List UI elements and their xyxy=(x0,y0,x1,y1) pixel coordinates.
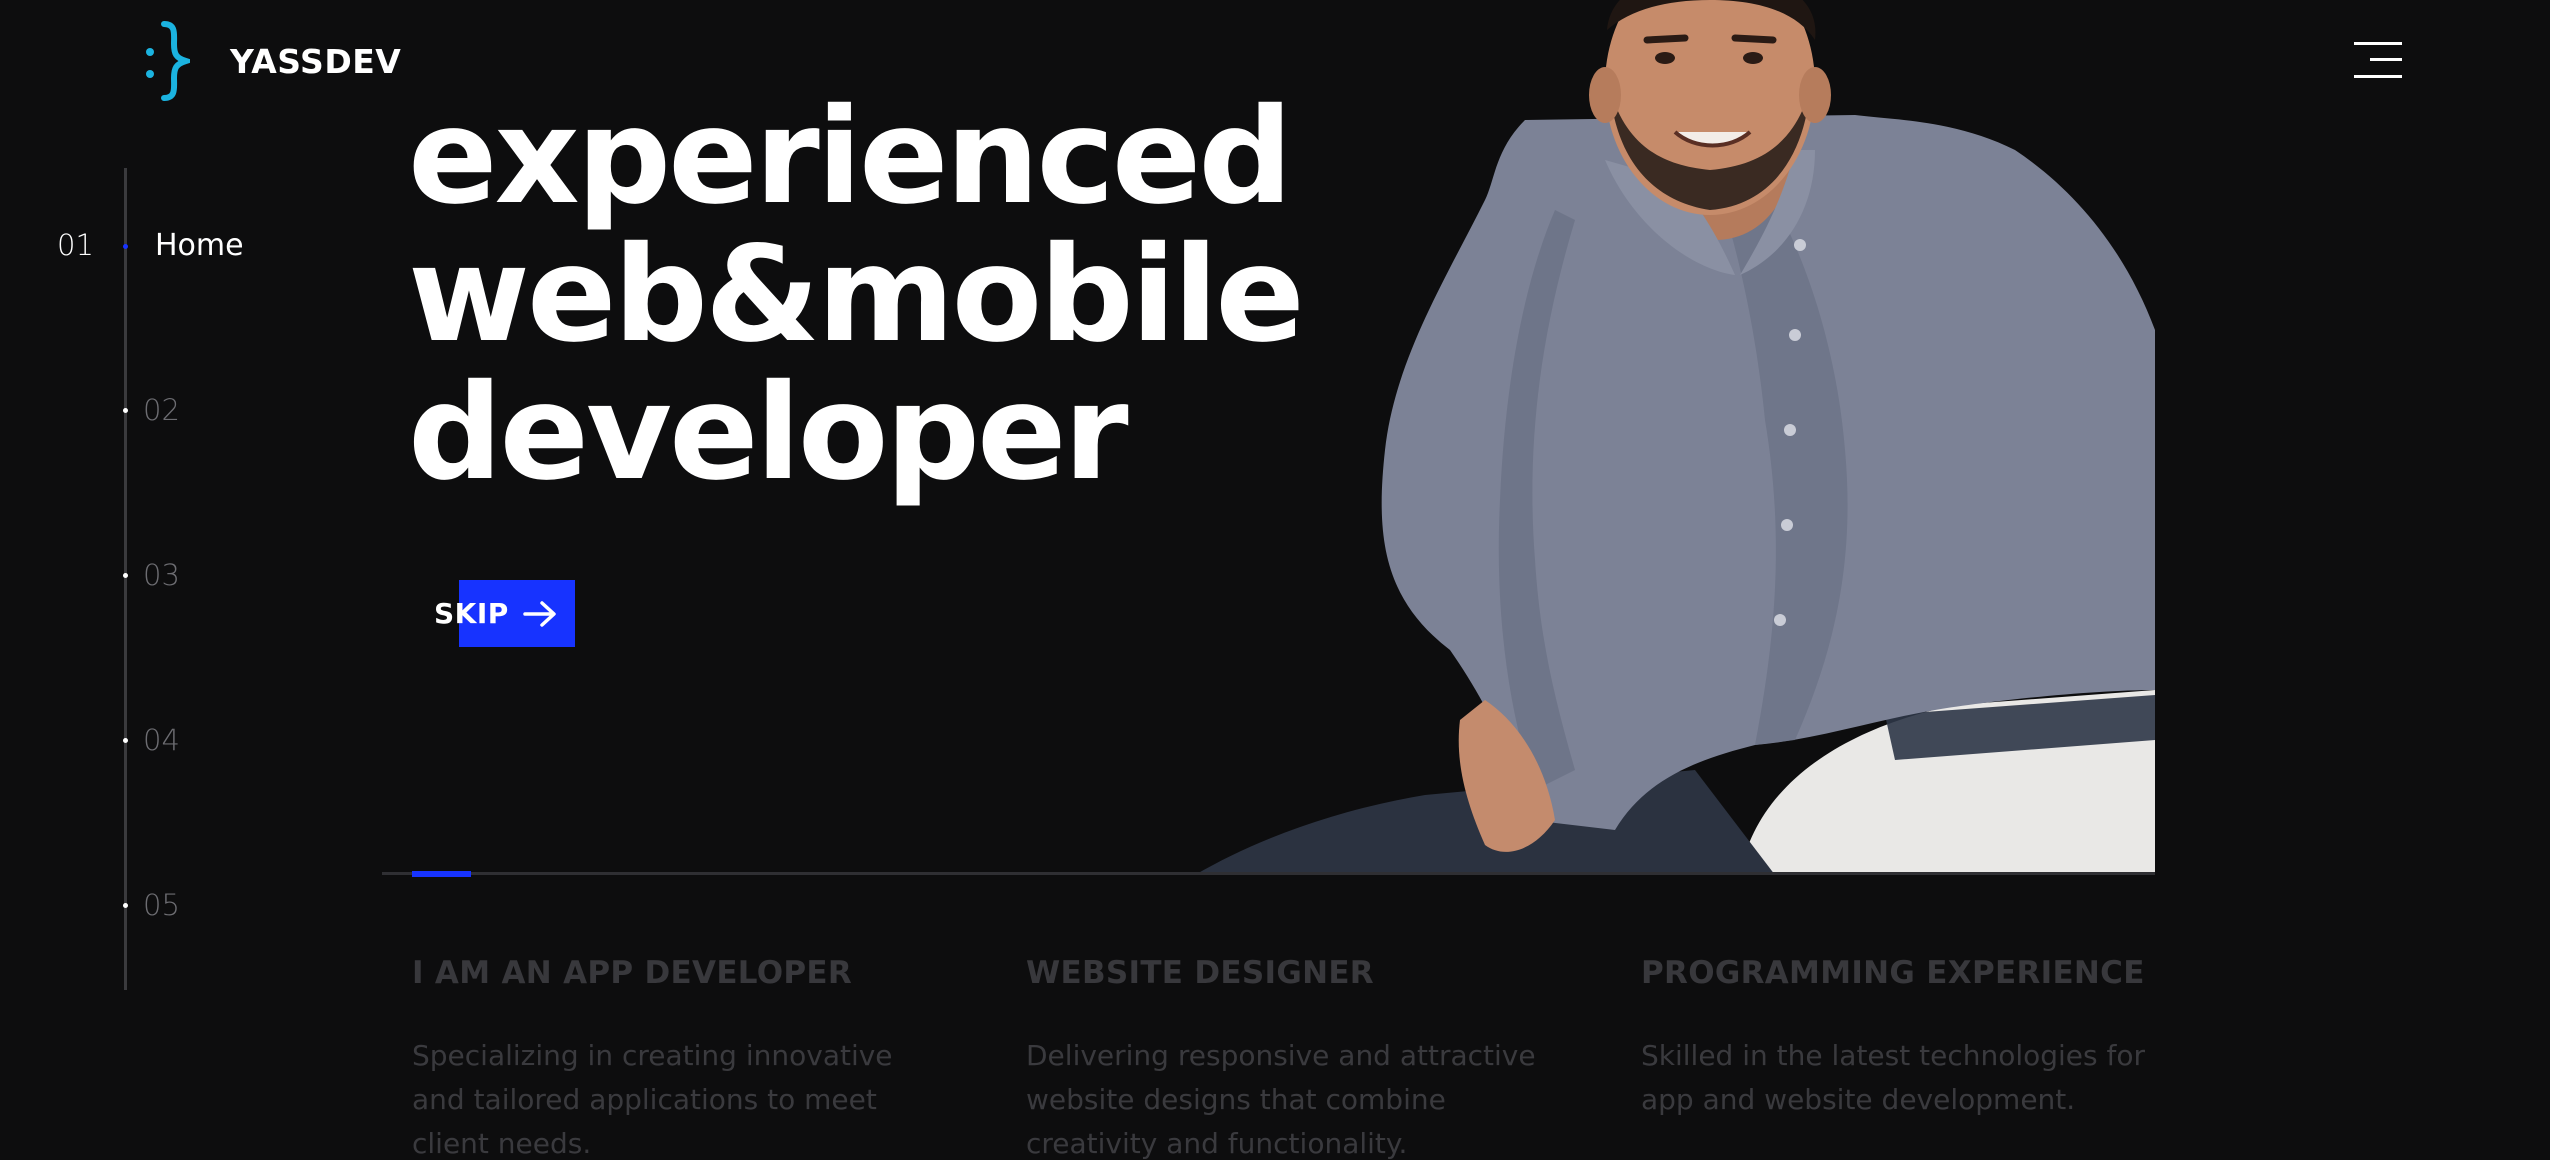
feature-website-designer: WEBSITE DESIGNER Delivering responsive a… xyxy=(1026,955,1586,1160)
side-nav-active-dot xyxy=(123,244,128,249)
side-nav-number: 05 xyxy=(143,888,180,922)
side-nav-item-03[interactable]: 03 xyxy=(123,558,180,592)
feature-title: PROGRAMMING EXPERIENCE xyxy=(1641,955,2145,991)
hero-line-1: experienced xyxy=(408,80,1293,234)
feature-programming-experience: PROGRAMMING EXPERIENCE Skilled in the la… xyxy=(1641,955,2201,1122)
developer-portrait xyxy=(1195,0,2155,875)
colon-brace-logo-icon xyxy=(146,21,190,101)
feature-text: Skilled in the latest technologies for a… xyxy=(1641,1039,2146,1116)
side-nav-active-number: 01 xyxy=(57,228,94,262)
hamburger-menu-icon[interactable] xyxy=(2354,42,2402,78)
feature-text: Specializing in creating innovative and … xyxy=(412,1039,893,1160)
hero-line-3: developer xyxy=(408,356,1129,510)
nav-dot xyxy=(123,902,128,908)
hero-title: experienced web&mobile developer xyxy=(408,80,1305,510)
nav-dot xyxy=(123,737,128,743)
nav-dot xyxy=(123,407,128,413)
side-nav-number: 02 xyxy=(143,393,180,427)
feature-title: I AM AN APP DEVELOPER xyxy=(412,955,853,991)
brand-logo[interactable]: YASSDEV xyxy=(144,20,401,102)
side-nav-item-05[interactable]: 05 xyxy=(123,888,180,922)
side-nav-number: 03 xyxy=(143,558,180,592)
feature-app-developer: I AM AN APP DEVELOPER Specializing in cr… xyxy=(412,955,972,1160)
feature-text: Delivering responsive and attractive web… xyxy=(1026,1039,1536,1160)
page: YASSDEV 01 Home 02 03 04 05 experienced … xyxy=(0,0,2550,1160)
feature-title: WEBSITE DESIGNER xyxy=(1026,955,1374,991)
hero-line-2: web&mobile xyxy=(408,218,1305,372)
slide-progress-fill xyxy=(412,871,471,877)
side-nav-item-home[interactable]: Home xyxy=(155,228,244,263)
side-nav-item-02[interactable]: 02 xyxy=(123,393,180,427)
side-nav-number: 04 xyxy=(143,723,180,757)
nav-dot xyxy=(123,572,128,578)
side-nav-item-04[interactable]: 04 xyxy=(123,723,180,757)
skip-button[interactable]: SKIP xyxy=(434,580,575,647)
slide-progress-track xyxy=(382,872,2155,875)
arrow-right-icon xyxy=(523,600,556,627)
brand-name: YASSDEV xyxy=(230,41,402,81)
skip-label: SKIP xyxy=(434,597,509,630)
